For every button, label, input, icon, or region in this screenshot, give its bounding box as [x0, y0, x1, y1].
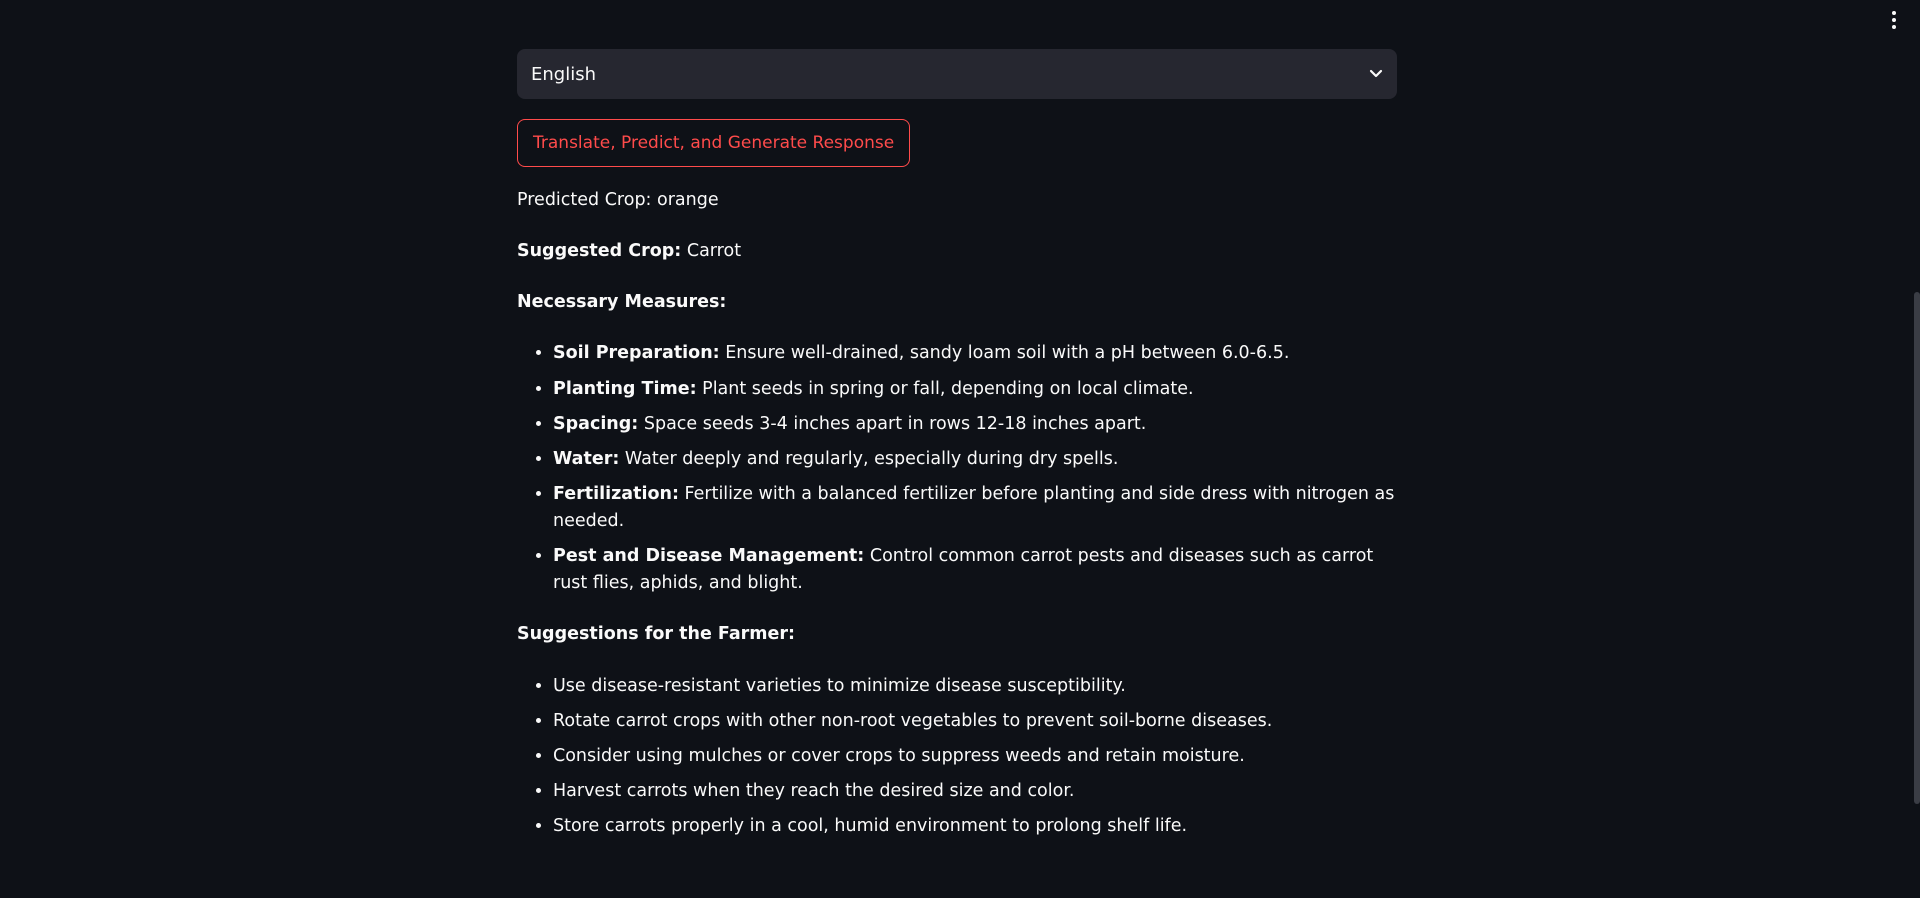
chevron-down-icon — [1369, 69, 1383, 79]
main-content: English Translate, Predict, and Generate… — [517, 49, 1397, 848]
suggested-crop-label: Suggested Crop: — [517, 241, 682, 262]
list-item: Pest and Disease Management: Control com… — [553, 543, 1397, 597]
app-page: English Translate, Predict, and Generate… — [0, 0, 1920, 898]
suggestions-heading-text: Suggestions for the Farmer: — [517, 624, 796, 645]
measure-term: Soil Preparation: — [553, 343, 720, 364]
vertical-ellipsis-icon — [1892, 11, 1896, 15]
measure-term: Water: — [553, 448, 620, 469]
vertical-ellipsis-icon — [1892, 18, 1896, 22]
measure-term: Fertilization: — [553, 483, 679, 504]
measure-term: Spacing: — [553, 413, 639, 434]
result-content: Predicted Crop: orange Suggested Crop: C… — [517, 187, 1397, 840]
measure-text: Space seeds 3-4 inches apart in rows 12-… — [638, 413, 1147, 434]
suggestions-list: Use disease-resistant varieties to minim… — [517, 673, 1397, 841]
list-item: Water: Water deeply and regularly, espec… — [553, 446, 1397, 473]
measures-heading: Necessary Measures: — [517, 289, 1397, 316]
measure-text: Ensure well-drained, sandy loam soil wit… — [719, 343, 1290, 364]
list-item: Consider using mulches or cover crops to… — [553, 743, 1397, 770]
language-select-value: English — [531, 63, 596, 85]
list-item: Fertilization: Fertilize with a balanced… — [553, 481, 1397, 535]
predicted-crop: Predicted Crop: orange — [517, 190, 719, 210]
list-item: Planting Time: Plant seeds in spring or … — [553, 376, 1397, 403]
measure-text: Fertilize with a balanced fertilizer bef… — [553, 483, 1395, 531]
suggested-crop-value: Carrot — [681, 241, 742, 262]
suggested-crop: Suggested Crop: Carrot — [517, 238, 1397, 265]
scrollbar-thumb[interactable] — [1914, 292, 1920, 804]
list-item: Soil Preparation: Ensure well-drained, s… — [553, 340, 1397, 367]
list-item: Rotate carrot crops with other non-root … — [553, 708, 1397, 735]
list-item: Use disease-resistant varieties to minim… — [553, 673, 1397, 700]
measures-heading-text: Necessary Measures: — [517, 292, 727, 313]
measure-term: Pest and Disease Management: — [553, 546, 865, 567]
language-select[interactable]: English — [517, 49, 1397, 99]
measure-term: Planting Time: — [553, 378, 697, 399]
measure-text: Plant seeds in spring or fall, depending… — [696, 378, 1194, 399]
list-item: Spacing: Space seeds 3-4 inches apart in… — [553, 411, 1397, 438]
suggestions-heading: Suggestions for the Farmer: — [517, 621, 1397, 648]
measures-list: Soil Preparation: Ensure well-drained, s… — [517, 340, 1397, 597]
scrollbar[interactable] — [1914, 0, 1920, 898]
list-item: Harvest carrots when they reach the desi… — [553, 778, 1397, 805]
translate-predict-button[interactable]: Translate, Predict, and Generate Respons… — [517, 119, 911, 167]
main-menu-button[interactable] — [1884, 6, 1904, 34]
list-item: Store carrots properly in a cool, humid … — [553, 813, 1397, 840]
vertical-ellipsis-icon — [1892, 25, 1896, 29]
measure-text: Water deeply and regularly, especially d… — [619, 448, 1119, 469]
